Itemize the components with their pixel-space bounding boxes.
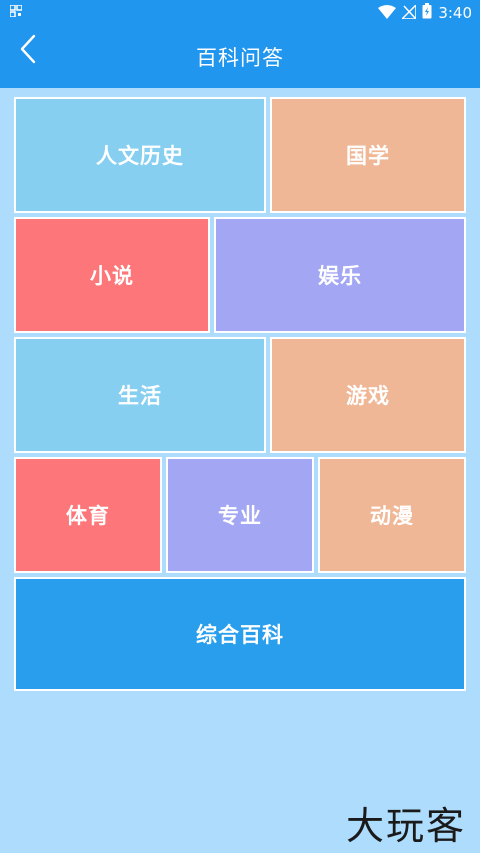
category-label: 游戏: [346, 384, 390, 408]
category-label: 国学: [346, 144, 390, 168]
watermark-logo: 大玩客: [345, 804, 466, 848]
category-tile-games[interactable]: 游戏: [270, 337, 466, 453]
category-label: 小说: [90, 264, 134, 288]
category-label: 人文历史: [96, 144, 184, 168]
category-tile-novel[interactable]: 小说: [14, 217, 210, 333]
category-tile-history[interactable]: 人文历史: [14, 97, 266, 213]
category-label: 动漫: [370, 504, 414, 528]
category-label: 体育: [66, 504, 110, 528]
category-tile-sports[interactable]: 体育: [14, 457, 162, 573]
category-tile-life[interactable]: 生活: [14, 337, 266, 453]
category-tile-general[interactable]: 综合百科: [14, 577, 466, 691]
category-tile-guoxue[interactable]: 国学: [270, 97, 466, 213]
category-tile-professional[interactable]: 专业: [166, 457, 314, 573]
category-grid: 人文历史 国学 小说 娱乐 生活 游戏 体育 专业 动漫 综合百科: [0, 0, 480, 700]
category-label: 生活: [118, 384, 162, 408]
category-tile-anime[interactable]: 动漫: [318, 457, 466, 573]
category-label: 综合百科: [196, 623, 284, 647]
category-label: 娱乐: [318, 264, 362, 288]
category-tile-entertainment[interactable]: 娱乐: [214, 217, 466, 333]
category-label: 专业: [218, 504, 262, 528]
